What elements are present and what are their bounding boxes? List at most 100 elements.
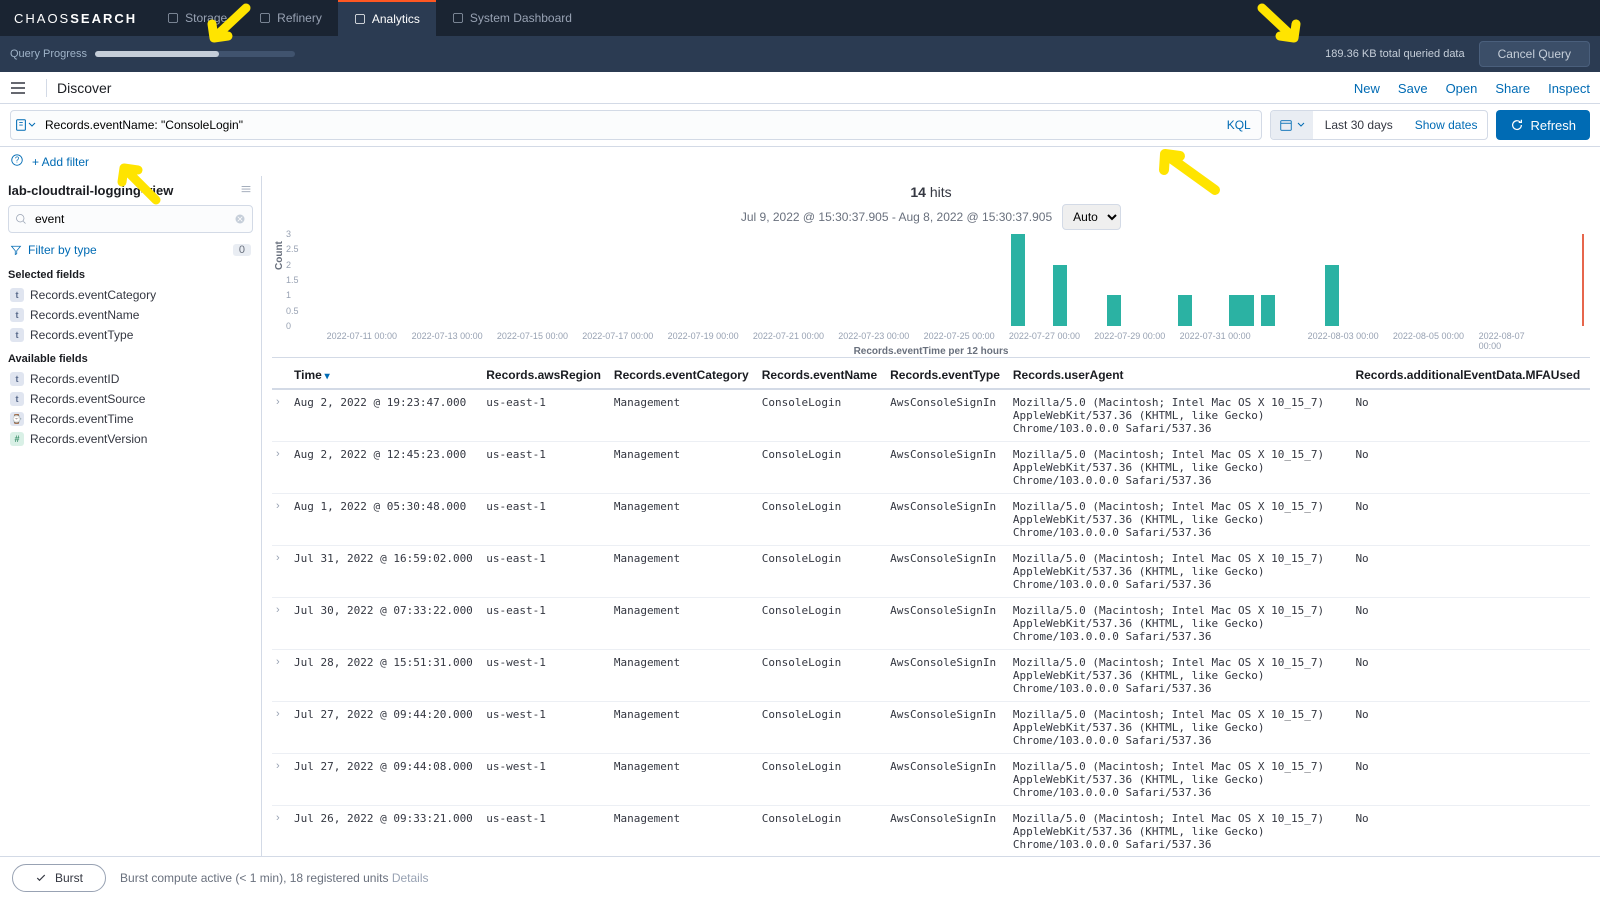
header-link-open[interactable]: Open (1446, 81, 1478, 96)
histogram-bar[interactable] (1011, 234, 1025, 326)
query-row: KQL Last 30 days Show dates Refresh (0, 104, 1600, 147)
expand-row-icon[interactable]: › (272, 389, 290, 442)
histogram-chart[interactable]: Count 00.511.522.53 2022-07-11 00:002022… (272, 234, 1590, 358)
nav-analytics[interactable]: Analytics (338, 0, 436, 36)
cell-cat: Management (610, 754, 758, 806)
cell-cat: Management (610, 598, 758, 650)
cell-region: us-east-1 (482, 806, 610, 858)
histogram-bar[interactable] (1240, 295, 1254, 326)
field-item[interactable]: tRecords.eventType (8, 325, 253, 345)
cell-name: ConsoleLogin (758, 546, 886, 598)
nav-refinery[interactable]: Refinery (243, 0, 338, 36)
show-dates-link[interactable]: Show dates (1405, 118, 1488, 132)
refresh-button[interactable]: Refresh (1496, 110, 1590, 140)
query-progress-track (95, 51, 295, 57)
index-pattern-name[interactable]: lab-cloudtrail-logging-view (8, 183, 173, 198)
field-search-input[interactable] (8, 205, 253, 233)
cell-name: ConsoleLogin (758, 442, 886, 494)
column-Time[interactable]: Time ▾ (290, 362, 482, 389)
search-icon (15, 212, 27, 230)
table-row: ›Aug 2, 2022 @ 12:45:23.000us-east-1Mana… (272, 442, 1590, 494)
kql-button[interactable]: KQL (1217, 118, 1261, 132)
expand-row-icon[interactable]: › (272, 598, 290, 650)
table-row: ›Jul 30, 2022 @ 07:33:22.000us-east-1Man… (272, 598, 1590, 650)
histogram-bar[interactable] (1107, 295, 1121, 326)
histogram-bar[interactable] (1178, 295, 1192, 326)
nav-storage[interactable]: Storage (151, 0, 243, 36)
expand-row-icon[interactable]: › (272, 442, 290, 494)
date-range-text[interactable]: Last 30 days (1313, 118, 1405, 132)
histogram-bar[interactable] (1261, 295, 1275, 326)
refinery-icon (259, 12, 271, 24)
table-row: ›Jul 26, 2022 @ 09:33:21.000us-east-1Man… (272, 806, 1590, 858)
expand-row-icon[interactable]: › (272, 650, 290, 702)
nav-label: Refinery (277, 11, 322, 25)
histogram-bar[interactable] (1053, 265, 1067, 326)
column-Records-eventName[interactable]: Records.eventName (758, 362, 886, 389)
cell-cat: Management (610, 389, 758, 442)
expand-row-icon[interactable]: › (272, 546, 290, 598)
field-item[interactable]: tRecords.eventName (8, 305, 253, 325)
top-nav: CHAOSSEARCH StorageRefineryAnalyticsSyst… (0, 0, 1600, 36)
nav-system-dashboard[interactable]: System Dashboard (436, 0, 588, 36)
cancel-query-button[interactable]: Cancel Query (1479, 41, 1590, 67)
burst-button[interactable]: Burst (12, 864, 106, 892)
svg-text:?: ? (15, 156, 20, 165)
queried-data-text: 189.36 KB total queried data (1325, 48, 1464, 60)
field-item[interactable]: #Records.eventVersion (8, 429, 253, 449)
column-Records-userAgent[interactable]: Records.userAgent (1009, 362, 1352, 389)
cell-name: ConsoleLogin (758, 598, 886, 650)
table-row: ›Jul 27, 2022 @ 09:44:20.000us-west-1Man… (272, 702, 1590, 754)
field-type-icon: t (10, 392, 24, 406)
burst-details-link[interactable]: Details (392, 871, 429, 885)
results-table: Time ▾Records.awsRegionRecords.eventCate… (272, 362, 1590, 882)
cell-name: ConsoleLogin (758, 389, 886, 442)
cell-cat: Management (610, 546, 758, 598)
nav-label: System Dashboard (470, 11, 572, 25)
field-type-icon: t (10, 372, 24, 386)
saved-queries-icon[interactable] (11, 110, 39, 140)
burst-status-text: Burst compute active (< 1 min), 18 regis… (120, 871, 428, 885)
field-name: Records.eventType (30, 328, 133, 342)
cell-type: AwsConsoleSignIn (886, 442, 1009, 494)
header-link-save[interactable]: Save (1398, 81, 1428, 96)
cell-ua: Mozilla/5.0 (Macintosh; Intel Mac OS X 1… (1009, 650, 1352, 702)
column-Records-awsRegion[interactable]: Records.awsRegion (482, 362, 610, 389)
expand-row-icon[interactable]: › (272, 702, 290, 754)
expand-row-icon[interactable]: › (272, 806, 290, 858)
column-Records-additionalEventData-MFAUsed[interactable]: Records.additionalEventData.MFAUsed (1351, 362, 1590, 389)
index-settings-icon[interactable] (239, 182, 253, 199)
header-link-inspect[interactable]: Inspect (1548, 81, 1590, 96)
field-item[interactable]: tRecords.eventID (8, 369, 253, 389)
hamburger-icon[interactable] (10, 80, 26, 96)
filter-by-type[interactable]: Filter by type 0 (8, 239, 253, 261)
table-row: ›Aug 1, 2022 @ 05:30:48.000us-east-1Mana… (272, 494, 1590, 546)
cell-ua: Mozilla/5.0 (Macintosh; Intel Mac OS X 1… (1009, 598, 1352, 650)
add-filter-button[interactable]: + Add filter (32, 155, 89, 169)
field-item[interactable]: tRecords.eventCategory (8, 285, 253, 305)
expand-row-icon[interactable]: › (272, 754, 290, 806)
filter-help-icon[interactable]: ? (10, 153, 24, 170)
interval-select[interactable]: Auto (1062, 204, 1121, 230)
date-picker: Last 30 days Show dates (1270, 110, 1489, 140)
chevron-down-icon (1297, 121, 1305, 129)
chart-xlabel: Records.eventTime per 12 hours (272, 346, 1590, 357)
cell-time: Jul 26, 2022 @ 09:33:21.000 (290, 806, 482, 858)
header-link-share[interactable]: Share (1495, 81, 1530, 96)
field-item[interactable]: tRecords.eventSource (8, 389, 253, 409)
header-link-new[interactable]: New (1354, 81, 1380, 96)
column-Records-eventCategory[interactable]: Records.eventCategory (610, 362, 758, 389)
histogram-bar[interactable] (1325, 265, 1339, 326)
column-Records-eventType[interactable]: Records.eventType (886, 362, 1009, 389)
nav-label: Analytics (372, 12, 420, 26)
search-input[interactable] (39, 118, 1217, 132)
clear-icon[interactable] (234, 212, 246, 230)
calendar-icon (1279, 118, 1293, 132)
cell-time: Jul 28, 2022 @ 15:51:31.000 (290, 650, 482, 702)
field-item[interactable]: ⌚Records.eventTime (8, 409, 253, 429)
cell-type: AwsConsoleSignIn (886, 598, 1009, 650)
calendar-button[interactable] (1271, 111, 1313, 139)
expand-row-icon[interactable]: › (272, 494, 290, 546)
system-dashboard-icon (452, 12, 464, 24)
cell-mfa: No (1351, 650, 1590, 702)
